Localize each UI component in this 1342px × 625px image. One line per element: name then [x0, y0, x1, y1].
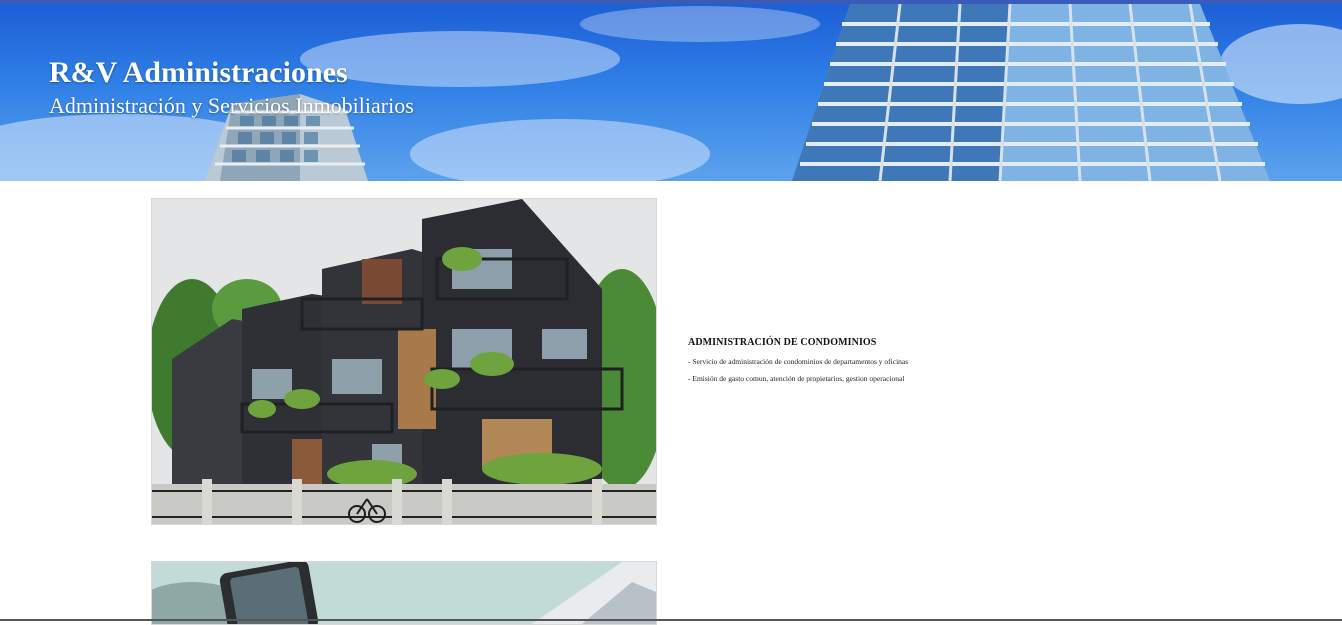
modern-building-illustration — [152, 199, 656, 524]
condominium-photo — [151, 198, 657, 525]
site-title: R&V Administraciones — [49, 56, 348, 89]
service-heading: ADMINISTRACIÓN DE CONDOMINIOS — [688, 337, 877, 348]
site-subtitle: Administración y Servicios Inmobiliarios — [49, 93, 414, 118]
hero-banner: R&V Administraciones Administración y Se… — [0, 4, 1342, 181]
service-condominium-admin: ADMINISTRACIÓN DE CONDOMINIOS - Servicio… — [688, 337, 1248, 391]
service-item: - Emisión de gasto comun, atención de pr… — [688, 374, 905, 383]
service-item: - Servicio de administración de condomin… — [688, 357, 909, 366]
second-service-photo — [151, 561, 657, 625]
phone-hand-illustration — [152, 562, 656, 624]
